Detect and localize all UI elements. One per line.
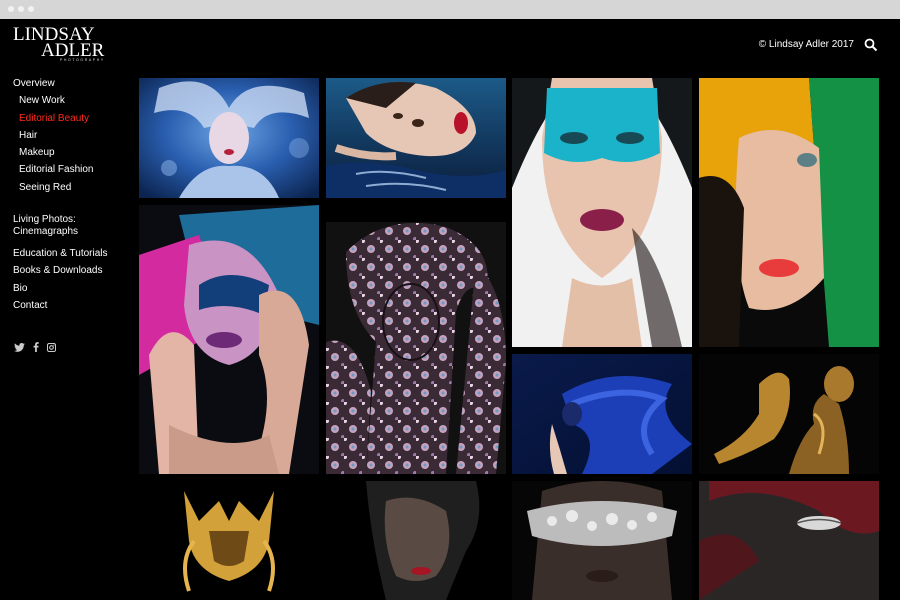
nav-education[interactable]: Education & Tutorials	[13, 247, 128, 264]
nav-editorial-fashion[interactable]: Editorial Fashion	[13, 163, 128, 180]
nav-makeup[interactable]: Makeup	[13, 146, 128, 163]
gallery-photo-gold-headdress[interactable]	[139, 481, 319, 600]
logo-line-3: PHOTOGRAPHY	[60, 58, 105, 62]
gallery-photo-red-texture[interactable]	[699, 481, 879, 600]
gallery-photo-water-reflection[interactable]	[326, 78, 506, 198]
gallery-photo-dark-portrait[interactable]	[326, 481, 506, 600]
gallery-photo-underwater-portrait[interactable]	[139, 78, 319, 198]
nav-contact[interactable]: Contact	[13, 299, 128, 316]
nav-hair[interactable]: Hair	[13, 129, 128, 146]
nav-gap	[13, 198, 128, 214]
copyright-text: © Lindsay Adler 2017	[758, 39, 854, 50]
gallery-photo-purple-hands[interactable]	[139, 205, 319, 474]
sidebar-nav: Overview New Work Editorial Beauty Hair …	[13, 77, 128, 316]
search-icon[interactable]	[864, 38, 878, 52]
social-links	[14, 339, 57, 357]
logo-line-2: ADLER	[41, 40, 105, 61]
window-dot-minimize[interactable]	[18, 6, 24, 12]
gallery-photo-teal-makeup[interactable]	[512, 78, 692, 347]
nav-new-work[interactable]: New Work	[13, 94, 128, 111]
nav-seeing-red[interactable]: Seeing Red	[13, 181, 128, 198]
site-logo[interactable]: LINDSAY ADLER PHOTOGRAPHY	[13, 25, 113, 62]
nav-books[interactable]: Books & Downloads	[13, 264, 128, 281]
gallery-photo-crystal-mask[interactable]	[512, 481, 692, 600]
facebook-icon[interactable]	[33, 339, 39, 357]
browser-chrome	[0, 0, 900, 19]
instagram-icon[interactable]	[46, 339, 57, 357]
gallery-photo-color-blocks[interactable]	[699, 78, 879, 347]
nav-bio[interactable]: Bio	[13, 282, 128, 299]
gallery-photo-blue-fabric[interactable]	[512, 354, 692, 474]
window-dot-close[interactable]	[8, 6, 14, 12]
nav-editorial-beauty[interactable]: Editorial Beauty	[13, 112, 128, 129]
twitter-icon[interactable]	[14, 339, 25, 357]
page: LINDSAY ADLER PHOTOGRAPHY © Lindsay Adle…	[0, 19, 900, 600]
nav-living-photos[interactable]: Living Photos: Cinemagraphs	[13, 214, 128, 247]
gallery-photo-gold-figure[interactable]	[699, 354, 879, 474]
window-dot-maximize[interactable]	[28, 6, 34, 12]
gallery-photo-floral-pattern[interactable]	[326, 222, 506, 474]
nav-overview[interactable]: Overview	[13, 77, 128, 94]
